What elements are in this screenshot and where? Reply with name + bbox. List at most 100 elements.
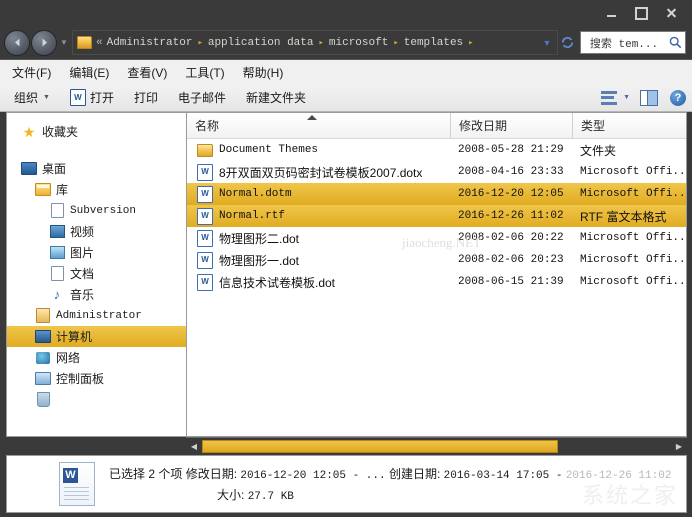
menu-item-edit[interactable]: 编辑(E)	[69, 62, 119, 83]
menu-item-tools[interactable]: 工具(T)	[185, 62, 234, 83]
table-row[interactable]: W 信息技术试卷模板.dot 2008-06-15 21:39 Microsof…	[187, 271, 686, 293]
breadcrumb-overflow[interactable]: «	[96, 37, 103, 49]
sidebar-item-documents[interactable]: 文档	[7, 263, 186, 284]
column-header-date-modified[interactable]: 修改日期	[450, 113, 572, 138]
word-icon: W	[69, 89, 86, 106]
menu-item-view[interactable]: 查看(V)	[127, 62, 177, 83]
file-name-cell[interactable]: W 物理图形一.dot	[187, 249, 450, 271]
help-icon[interactable]: ?	[670, 89, 686, 106]
column-header-type[interactable]: 类型	[572, 113, 686, 138]
table-row[interactable]: W 物理图形二.dot 2008-02-06 20:22 Microsoft O…	[187, 227, 686, 249]
sidebar-item-network[interactable]: 网络	[7, 347, 186, 368]
menu-item-help[interactable]: 帮助(H)	[243, 62, 294, 83]
sidebar-item-recycle-bin[interactable]	[7, 389, 186, 410]
scroll-thumb[interactable]	[202, 440, 559, 453]
preview-pane-icon[interactable]	[640, 89, 658, 106]
maximize-button[interactable]	[626, 3, 656, 23]
scroll-right-button[interactable]: ▶	[671, 442, 687, 451]
file-name: 物理图形一.dot	[219, 253, 300, 268]
menu-bar: 文件(F) 编辑(E) 查看(V) 工具(T) 帮助(H)	[0, 59, 692, 84]
sidebar-item-label: Administrator	[56, 309, 142, 322]
file-date-cell: 2016-12-20 12:05	[458, 188, 564, 200]
file-name-cell[interactable]: W Normal.dotm	[187, 183, 450, 205]
sidebar-item-subversion[interactable]: Subversion	[7, 200, 186, 221]
breadcrumb-item-administrator[interactable]: Administrator	[105, 37, 195, 49]
sidebar-item-videos[interactable]: 视频	[7, 221, 186, 242]
chevron-down-icon: ▼	[43, 94, 50, 101]
user-icon	[35, 308, 51, 324]
network-icon	[35, 350, 51, 366]
horizontal-scrollbar[interactable]: ◀ ▶	[186, 437, 687, 455]
desktop-icon	[21, 161, 37, 177]
address-dropdown-button[interactable]: ▼	[539, 38, 555, 48]
sidebar-item-computer[interactable]: 计算机	[7, 326, 186, 347]
sidebar-item-control-panel[interactable]: 控制面板	[7, 368, 186, 389]
navigation-pane: ★ 收藏夹 桌面 库 Subversion 视频 图片 文档 ♪ 音乐 Admi…	[6, 112, 186, 437]
breadcrumb-item-templates[interactable]: templates	[402, 37, 465, 49]
close-button[interactable]	[656, 3, 686, 23]
close-icon	[666, 8, 676, 18]
file-name-cell[interactable]: W Normal.rtf	[187, 205, 450, 227]
chevron-right-icon[interactable]: ▸	[390, 38, 401, 48]
file-type-cell: Microsoft Offi...	[580, 166, 686, 178]
scroll-track[interactable]	[202, 440, 671, 453]
email-button[interactable]: 电子邮件	[178, 89, 226, 106]
chevron-right-icon[interactable]: ▸	[194, 38, 205, 48]
recycle-bin-icon	[35, 392, 51, 408]
print-button[interactable]: 打印	[134, 89, 158, 106]
breadcrumb-item-microsoft[interactable]: microsoft	[327, 37, 390, 49]
file-name: 8开双面双页码密封试卷模板2007.dotx	[219, 165, 423, 180]
column-headers: 名称 修改日期 类型	[187, 113, 686, 139]
recent-locations-button[interactable]: ▼	[58, 38, 70, 47]
table-row[interactable]: Document Themes 2008-05-28 21:29 文件夹	[187, 139, 686, 161]
list-view-icon[interactable]	[601, 90, 618, 105]
file-name-cell[interactable]: W 8开双面双页码密封试卷模板2007.dotx	[187, 161, 450, 183]
open-button[interactable]: W 打开	[69, 89, 114, 106]
sidebar-item-label: Subversion	[70, 204, 137, 217]
column-header-name[interactable]: 名称	[187, 113, 450, 138]
sidebar-item-music[interactable]: ♪ 音乐	[7, 284, 186, 305]
refresh-button[interactable]	[558, 35, 576, 50]
menu-item-file[interactable]: 文件(F)	[12, 62, 61, 83]
search-input[interactable]: 搜索 tem...	[581, 35, 667, 51]
minimize-button[interactable]	[596, 3, 626, 23]
file-name-cell[interactable]: W 信息技术试卷模板.dot	[187, 271, 450, 293]
table-row[interactable]: W Normal.dotm 2016-12-20 12:05 Microsoft…	[187, 183, 686, 205]
organize-button[interactable]: 组织 ▼	[14, 89, 50, 106]
breadcrumb-item-application-data[interactable]: application data	[206, 37, 316, 49]
sidebar-item-pictures[interactable]: 图片	[7, 242, 186, 263]
file-type-cell: Microsoft Offi...	[580, 276, 686, 288]
sidebar-item-desktop[interactable]: 桌面	[7, 158, 186, 179]
sidebar-item-label: 音乐	[70, 288, 95, 302]
chevron-right-icon[interactable]: ▸	[465, 38, 476, 48]
new-folder-button[interactable]: 新建文件夹	[246, 89, 306, 106]
sidebar-item-administrator[interactable]: Administrator	[7, 305, 186, 326]
details-line-1: 已选择 2 个项 修改日期: 2016-12-20 12:05 - ... 创建…	[109, 465, 671, 482]
file-type-cell: Microsoft Offi...	[580, 232, 686, 244]
scroll-left-button[interactable]: ◀	[186, 442, 202, 451]
back-button[interactable]	[4, 29, 30, 56]
word-icon: W	[197, 207, 213, 225]
table-row[interactable]: W Normal.rtf 2016-12-26 11:02 RTF 富文本格式	[187, 205, 686, 227]
sidebar-item-label: 桌面	[42, 162, 67, 176]
view-chevron-down-icon[interactable]: ▼	[623, 94, 630, 101]
details-pane: W 已选择 2 个项 修改日期: 2016-12-20 12:05 - ... …	[6, 455, 687, 513]
column-header-label: 类型	[581, 119, 606, 133]
command-bar: 组织 ▼ W 打开 打印 电子邮件 新建文件夹 ▼ ?	[0, 84, 692, 112]
table-row[interactable]: W 物理图形一.dot 2008-02-06 20:23 Microsoft O…	[187, 249, 686, 271]
word-document-icon: W	[59, 462, 95, 506]
sidebar-item-favorites[interactable]: ★ 收藏夹	[7, 121, 186, 142]
chevron-right-icon[interactable]: ▸	[315, 38, 326, 48]
file-date-cell: 2008-04-16 23:33	[458, 166, 564, 178]
search-box[interactable]: 搜索 tem...	[580, 31, 686, 54]
star-icon: ★	[22, 123, 36, 140]
file-name-cell[interactable]: Document Themes	[187, 139, 450, 161]
created-value: 2016-03-14 17:05 -	[443, 470, 563, 482]
table-row[interactable]: W 8开双面双页码密封试卷模板2007.dotx 2008-04-16 23:3…	[187, 161, 686, 183]
sidebar-item-label: 计算机	[56, 330, 93, 344]
forward-button[interactable]	[31, 29, 57, 56]
sidebar-item-libraries[interactable]: 库	[7, 179, 186, 200]
breadcrumb[interactable]: « Administrator ▸ application data ▸ mic…	[72, 30, 558, 55]
file-name-cell[interactable]: W 物理图形二.dot	[187, 227, 450, 249]
file-type-cell: Microsoft Offi...	[580, 254, 686, 266]
